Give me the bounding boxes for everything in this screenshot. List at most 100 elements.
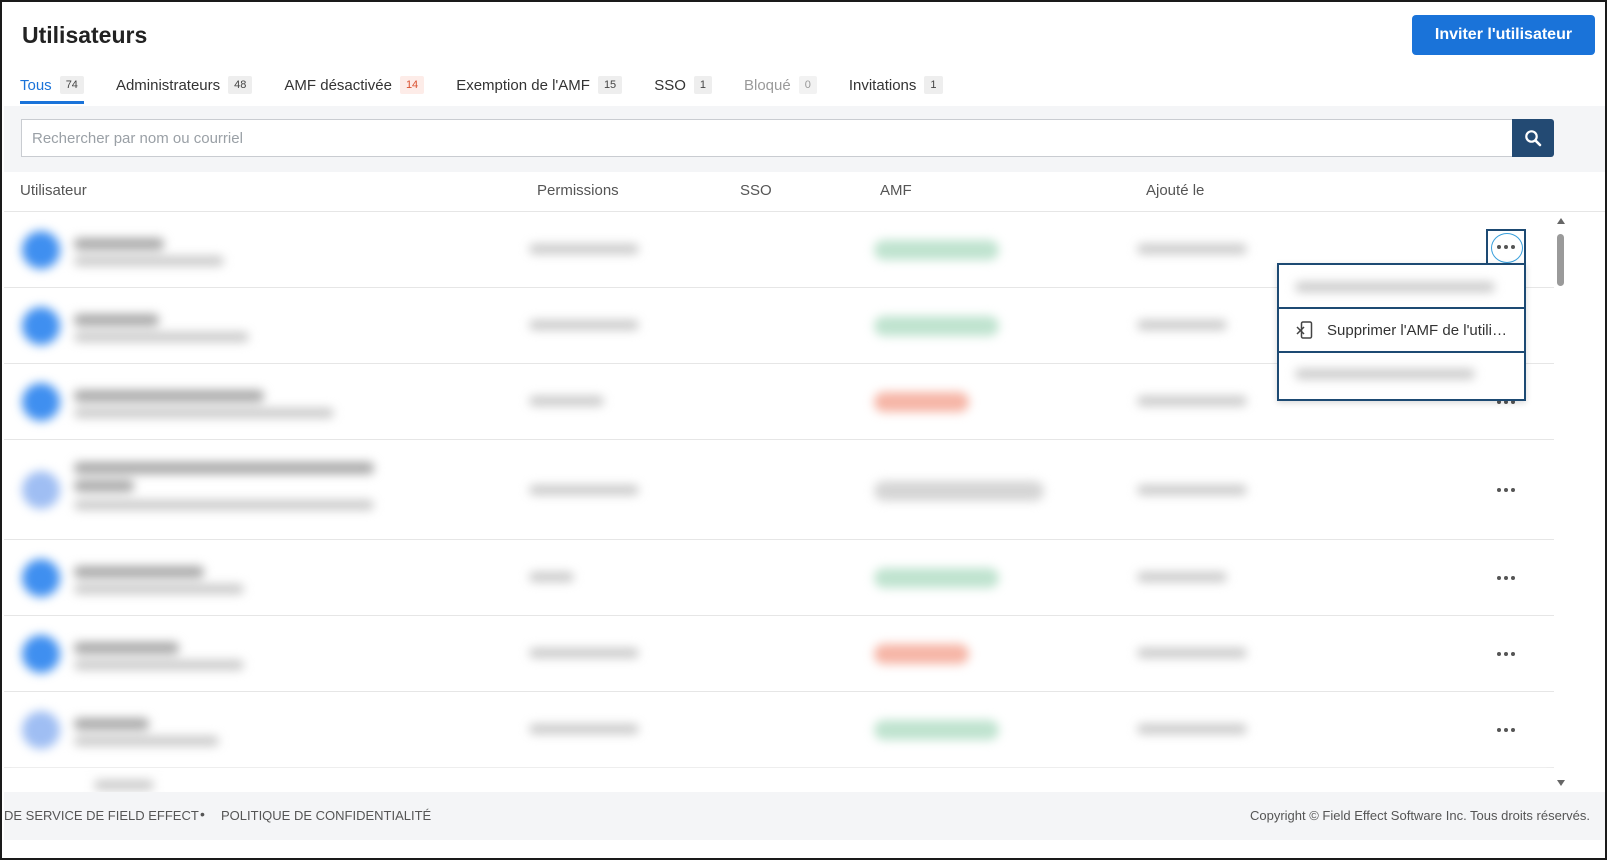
footer: DE SERVICE DE FIELD EFFECT • POLITIQUE D… (4, 792, 1605, 840)
user-email (74, 332, 249, 342)
added-date (1137, 572, 1227, 582)
avatar (22, 383, 60, 421)
user-name (74, 642, 179, 654)
table-row[interactable] (4, 440, 1554, 540)
avatar (22, 635, 60, 673)
user-name (74, 480, 134, 492)
mfa-status (874, 644, 969, 664)
remove-device-icon (1295, 320, 1315, 340)
row-actions-menu: Supprimer l'AMF de l'utilisateur (1277, 263, 1526, 401)
tab-label: AMF désactivée (284, 76, 392, 94)
page-title: Utilisateurs (22, 22, 148, 48)
table-row[interactable] (4, 540, 1554, 616)
search-button[interactable] (1512, 119, 1554, 157)
user-name (74, 390, 264, 402)
table-row[interactable] (4, 616, 1554, 692)
redacted-content (4, 770, 1554, 792)
mfa-status (874, 316, 999, 336)
tab-blocked[interactable]: Bloqué 0 (744, 68, 817, 102)
more-horizontal-icon (1497, 728, 1515, 732)
tab-count: 1 (693, 76, 712, 94)
redacted-content (1295, 366, 1475, 383)
tab-count: 15 (597, 76, 623, 94)
mfa-status (874, 568, 999, 588)
scroll-up-icon[interactable] (1557, 218, 1565, 224)
tab-all[interactable]: Tous 74 (20, 68, 84, 104)
added-date (1137, 724, 1247, 734)
tab-invitations[interactable]: Invitations 1 (849, 68, 943, 102)
search-icon (1525, 130, 1542, 147)
row-actions-button[interactable] (1488, 475, 1524, 505)
added-date (1137, 244, 1247, 254)
scroll-down-icon[interactable] (1557, 780, 1565, 786)
search-bar (4, 106, 1605, 172)
more-horizontal-icon (1497, 488, 1515, 492)
scrollbar[interactable] (1554, 214, 1568, 790)
copyright: Copyright © Field Effect Software Inc. T… (1249, 808, 1590, 823)
row-actions-button[interactable] (1488, 563, 1524, 593)
permissions-value (529, 320, 639, 330)
separator-dot: • (200, 806, 205, 822)
permissions-value (529, 396, 604, 406)
tab-label: Administrateurs (115, 76, 221, 94)
terms-link[interactable]: DE SERVICE DE FIELD EFFECT (4, 808, 199, 823)
user-email (74, 256, 224, 266)
more-horizontal-icon (1497, 652, 1515, 656)
tab-administrators[interactable]: Administrateurs 48 (115, 68, 253, 102)
menu-item-hidden[interactable] (1279, 265, 1524, 309)
tab-label: Bloqué (744, 76, 791, 94)
tab-label: Tous (20, 76, 52, 94)
user-name (74, 718, 149, 730)
avatar (22, 471, 60, 509)
user-email (74, 408, 334, 418)
permissions-value (529, 648, 639, 658)
table-row[interactable] (4, 692, 1554, 768)
scroll-thumb[interactable] (1557, 234, 1564, 286)
row-actions-button[interactable] (1488, 639, 1524, 669)
invite-user-button[interactable]: Inviter l'utilisateur (1412, 15, 1595, 55)
search-input[interactable] (21, 119, 1514, 157)
column-header-sso: SSO (740, 182, 772, 199)
avatar (22, 711, 60, 749)
added-date (1137, 648, 1247, 658)
table-header: Utilisateur Permissions SSO AMF Ajouté l… (4, 172, 1605, 212)
tab-count: 48 (228, 76, 253, 94)
tab-count: 14 (399, 76, 425, 94)
redacted-content (1295, 279, 1495, 296)
permissions-value (529, 724, 639, 734)
row-actions-button[interactable] (1488, 715, 1524, 745)
column-header-added: Ajouté le (1146, 182, 1205, 199)
tab-label: Exemption de l'AMF (456, 76, 590, 94)
user-name (74, 314, 159, 326)
more-horizontal-icon (1497, 576, 1515, 580)
more-horizontal-icon (1497, 245, 1515, 249)
permissions-value (529, 572, 574, 582)
permissions-value (529, 485, 639, 495)
filter-tabs: Tous 74 Administrateurs 48 AMF désactivé… (20, 68, 975, 104)
tab-count: 74 (59, 76, 84, 94)
added-date (1137, 320, 1227, 330)
avatar (22, 231, 60, 269)
added-date (1137, 485, 1247, 495)
tab-sso[interactable]: SSO 1 (654, 68, 712, 102)
user-email (74, 500, 374, 510)
partial-row (94, 780, 154, 790)
menu-item-remove-mfa[interactable]: Supprimer l'AMF de l'utilisateur (1279, 307, 1524, 351)
mfa-status (874, 720, 999, 740)
app-window: Utilisateurs Inviter l'utilisateur Tous … (0, 0, 1607, 860)
mfa-status (874, 481, 1044, 501)
tab-label: Invitations (848, 76, 917, 94)
privacy-link[interactable]: POLITIQUE DE CONFIDENTIALITÉ (221, 808, 431, 823)
menu-item-hidden[interactable] (1279, 351, 1524, 395)
tab-count: 0 (798, 76, 817, 94)
mfa-status (874, 392, 969, 412)
row-actions-button[interactable] (1486, 229, 1526, 265)
column-header-mfa: AMF (880, 182, 912, 199)
column-header-permissions: Permissions (537, 182, 619, 199)
tab-mfa-disabled[interactable]: AMF désactivée 14 (284, 68, 425, 102)
column-header-user: Utilisateur (20, 182, 87, 199)
user-email (74, 584, 244, 594)
avatar (22, 307, 60, 345)
tab-mfa-exemption[interactable]: Exemption de l'AMF 15 (456, 68, 623, 102)
user-name (74, 462, 374, 474)
